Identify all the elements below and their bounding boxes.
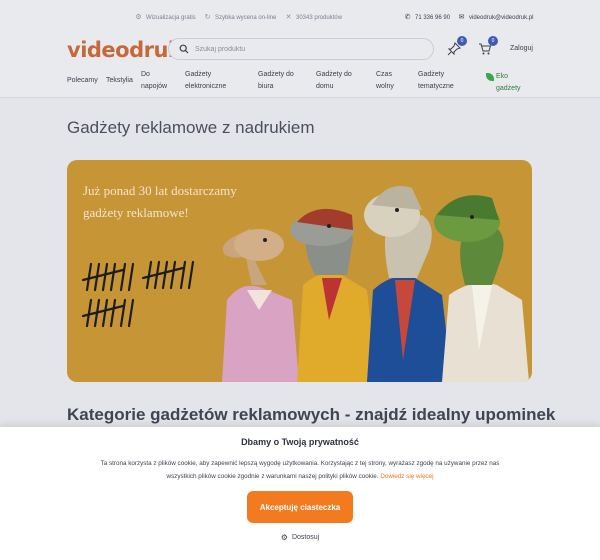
section-title: Kategorie gadżetów reklamowych - znajdź … (67, 405, 556, 424)
mail-icon: ✉ (458, 14, 465, 21)
nav-item-do-napojow[interactable]: Do napojów (141, 69, 171, 93)
learn-more-link[interactable]: Dowiedz się więcej (380, 473, 433, 480)
cart-button[interactable]: 0 (478, 36, 498, 56)
info-visualization: ⚙ Wizualizacja gratis (135, 14, 196, 21)
cookie-consent-panel: Dbamy o Twoją prywatność Ta strona korzy… (0, 427, 600, 560)
info-visualization-label: Wizualizacja gratis (146, 14, 196, 21)
email-label: videodruk@videodruk.pl (469, 14, 534, 21)
login-link[interactable]: Zaloguj (510, 45, 533, 52)
refresh-icon: ↻ (204, 14, 211, 21)
nav-item-gadzety-do-biura[interactable]: Gadżety do biura (258, 69, 298, 93)
dinosaur-pink (222, 225, 299, 382)
info-products-label: 30343 produktów (296, 14, 343, 21)
search-box[interactable] (168, 38, 434, 60)
nav-item-polecamy[interactable]: Polecamy (67, 75, 98, 87)
page-title: Gadżety reklamowe z nadrukiem (67, 118, 315, 137)
tally-marks (81, 260, 195, 328)
dinosaur-green (434, 195, 529, 382)
tools-icon: ✕ (285, 14, 292, 21)
nav-item-eko-label: Eko gadżety (496, 73, 521, 92)
search-icon (179, 44, 189, 54)
nav-item-eko-gadzety[interactable]: Eko gadżety (486, 71, 524, 95)
phone-label: 71 336 96 90 (415, 14, 451, 21)
info-products: ✕ 30343 produktów (285, 14, 342, 21)
gear-icon: ⚙ (280, 533, 288, 542)
info-quote-label: Szybka wycena on-line (215, 14, 277, 21)
customize-label: Dostosuj (291, 534, 320, 541)
category-nav: Polecamy Tekstylia Do napojów Gadżety el… (0, 68, 600, 98)
logo[interactable]: videodruk (67, 38, 182, 62)
cookie-text: Ta strona korzysta z plików cookie, aby … (90, 457, 510, 483)
customize-button[interactable]: ⚙ Dostosuj (0, 533, 600, 542)
cart-count-badge: 0 (488, 36, 498, 46)
gear-icon: ⚙ (135, 14, 142, 21)
search-input[interactable] (195, 45, 395, 53)
cookie-body-text: Ta strona korzysta z plików cookie, aby … (100, 460, 500, 480)
cookie-title: Dbamy o Twoją prywatność (241, 437, 359, 447)
phone-link[interactable]: ✆ 71 336 96 90 (404, 14, 450, 21)
accept-cookies-button[interactable]: Akceptuję ciasteczka (247, 491, 353, 523)
favorites-count-badge: 0 (457, 36, 467, 46)
email-link[interactable]: ✉ videodruk@videodruk.pl (458, 14, 534, 21)
info-quote: ↻ Szybka wycena on-line (204, 14, 277, 21)
nav-item-gadzety-do-domu[interactable]: Gadżety do domu (316, 69, 356, 93)
phone-icon: ✆ (404, 14, 411, 21)
header: videodruk 0 0 Zaloguj (0, 34, 600, 68)
nav-item-gadzety-tematyczne[interactable]: Gadżety tematyczne (418, 69, 464, 93)
dinosaur-yellow (290, 208, 377, 382)
banner-text: Już ponad 30 lat dostarczamy gadżety rek… (83, 183, 237, 220)
nav-item-czas-wolny[interactable]: Czas wolny (376, 69, 400, 93)
favorites-button[interactable]: 0 (447, 36, 467, 56)
top-info-bar: ⚙ Wizualizacja gratis ↻ Szybka wycena on… (0, 0, 600, 34)
hero-banner[interactable]: Już ponad 30 lat dostarczamy gadżety rek… (67, 160, 532, 382)
nav-item-tekstylia[interactable]: Tekstylia (106, 75, 133, 87)
leaf-icon (486, 73, 494, 81)
nav-item-gadzety-elektroniczne[interactable]: Gadżety elektroniczne (185, 69, 237, 93)
